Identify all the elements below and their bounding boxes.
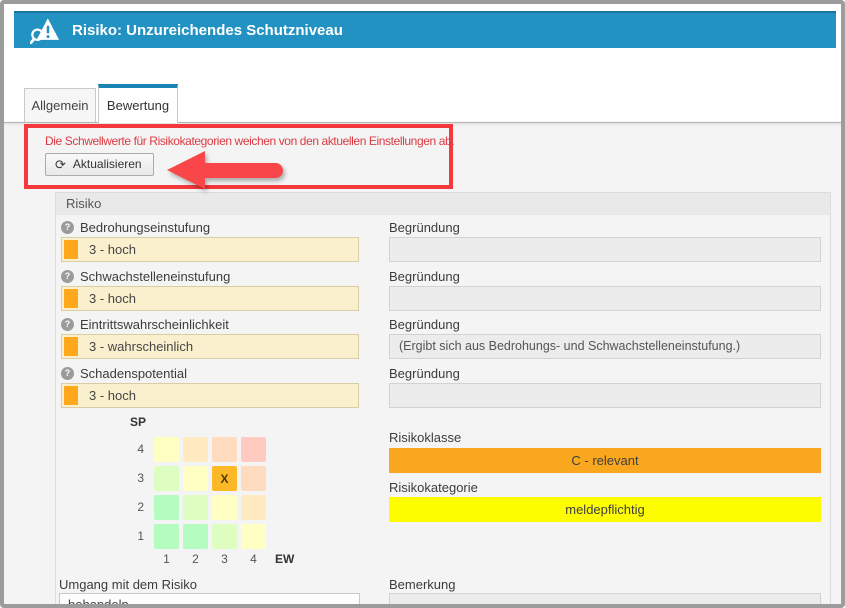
matrix-col-label: 4 <box>241 552 266 566</box>
matrix-col-label: 2 <box>183 552 208 566</box>
risiko-panel: Risiko ? Bedrohungseinstufung 3 - hoch B… <box>55 192 831 604</box>
schwachstelleneinstufung-value: 3 - hoch <box>89 291 136 306</box>
eintrittswahrscheinlichkeit-value: 3 - wahrscheinlich <box>89 339 193 354</box>
field-label-bedrohungseinstufung: Bedrohungseinstufung <box>80 220 210 235</box>
rating-color-chip <box>64 337 78 356</box>
tab-allgemein[interactable]: Allgemein <box>24 88 96 122</box>
matrix-cell[interactable] <box>183 466 208 491</box>
tab-bewertung-label: Bewertung <box>107 98 169 113</box>
field-label-schwachstelleneinstufung: Schwachstelleneinstufung <box>80 269 230 284</box>
umgang-select[interactable]: behandeln <box>59 593 360 604</box>
reason-label: Begründung <box>389 220 460 235</box>
red-arrow-annotation <box>167 151 283 189</box>
matrix-x-axis-label: EW <box>275 552 294 566</box>
eintrittswahrscheinlichkeit-select[interactable]: 3 - wahrscheinlich <box>61 334 359 359</box>
section-header: Risiko <box>56 193 830 215</box>
reason-label: Begründung <box>389 366 460 381</box>
aktualisieren-button[interactable]: ⟳ Aktualisieren <box>45 153 154 176</box>
bemerkung-input[interactable] <box>389 593 821 604</box>
arrow-head <box>167 151 205 189</box>
matrix-cell[interactable] <box>154 437 179 462</box>
arrow-tail <box>205 163 283 178</box>
warning-message: Die Schwellwerte für Risikokategorien we… <box>45 134 449 148</box>
window-frame: Risiko: Unzureichendes Schutzniveau Allg… <box>0 0 845 608</box>
matrix-cell[interactable] <box>241 437 266 462</box>
matrix-row-labels: 4 3 2 1 <box>124 437 144 549</box>
matrix-cell[interactable] <box>212 524 237 549</box>
help-icon[interactable]: ? <box>61 270 74 283</box>
matrix-cell[interactable] <box>154 466 179 491</box>
risikokategorie-label: Risikokategorie <box>389 480 478 495</box>
risikoklasse-label: Risikoklasse <box>389 430 461 445</box>
field-label-eintrittswahrscheinlichkeit: Eintrittswahrscheinlichkeit <box>80 317 229 332</box>
field-label-schadenspotential: Schadenspotential <box>80 366 187 381</box>
matrix-row-label: 2 <box>124 495 144 520</box>
schadenspotential-select[interactable]: 3 - hoch <box>61 383 359 408</box>
matrix-row-label: 3 <box>124 466 144 491</box>
help-icon[interactable]: ? <box>61 367 74 380</box>
matrix-col-label: 1 <box>154 552 179 566</box>
matrix-y-axis-label: SP <box>130 415 146 429</box>
bedrohungseinstufung-select[interactable]: 3 - hoch <box>61 237 359 262</box>
matrix-cell[interactable] <box>241 495 266 520</box>
risk-warning-search-icon <box>30 17 60 44</box>
reason-label: Begründung <box>389 317 460 332</box>
risk-matrix-grid: X <box>154 437 266 549</box>
matrix-cell[interactable] <box>154 495 179 520</box>
matrix-cell[interactable] <box>183 437 208 462</box>
page-title: Risiko: Unzureichendes Schutzniveau <box>72 22 343 39</box>
matrix-cell[interactable] <box>241 466 266 491</box>
bemerkung-label: Bemerkung <box>389 577 455 592</box>
matrix-cell[interactable] <box>183 524 208 549</box>
aktualisieren-button-label: Aktualisieren <box>73 157 142 171</box>
help-icon[interactable]: ? <box>61 318 74 331</box>
matrix-cell[interactable] <box>154 524 179 549</box>
schadenspotential-value: 3 - hoch <box>89 388 136 403</box>
reason-label: Begründung <box>389 269 460 284</box>
matrix-cell[interactable] <box>183 495 208 520</box>
risikoklasse-value-bar: C - relevant <box>389 448 821 473</box>
bedrohung-begruendung-input[interactable] <box>389 237 821 262</box>
bedrohungseinstufung-value: 3 - hoch <box>89 242 136 257</box>
eintritt-begruendung-field: (Ergibt sich aus Bedrohungs- und Schwach… <box>389 334 821 359</box>
umgang-label: Umgang mit dem Risiko <box>59 577 197 592</box>
schwachstellen-begruendung-input[interactable] <box>389 286 821 311</box>
tab-bewertung[interactable]: Bewertung <box>98 84 178 123</box>
refresh-icon: ⟳ <box>55 158 66 171</box>
tab-allgemein-label: Allgemein <box>31 98 88 113</box>
rating-color-chip <box>64 386 78 405</box>
title-bar: Risiko: Unzureichendes Schutzniveau <box>14 11 836 48</box>
schadenspotential-begruendung-input[interactable] <box>389 383 821 408</box>
schwachstelleneinstufung-select[interactable]: 3 - hoch <box>61 286 359 311</box>
matrix-col-labels: 1234 <box>154 552 266 566</box>
matrix-row-label: 1 <box>124 524 144 549</box>
risikokategorie-value-bar: meldepflichtig <box>389 497 821 522</box>
matrix-cell[interactable] <box>212 495 237 520</box>
matrix-cell[interactable]: X <box>212 466 237 491</box>
help-icon[interactable]: ? <box>61 221 74 234</box>
matrix-row-label: 4 <box>124 437 144 462</box>
rating-color-chip <box>64 289 78 308</box>
matrix-col-label: 3 <box>212 552 237 566</box>
rating-color-chip <box>64 240 78 259</box>
matrix-cell[interactable] <box>241 524 266 549</box>
matrix-cell[interactable] <box>212 437 237 462</box>
